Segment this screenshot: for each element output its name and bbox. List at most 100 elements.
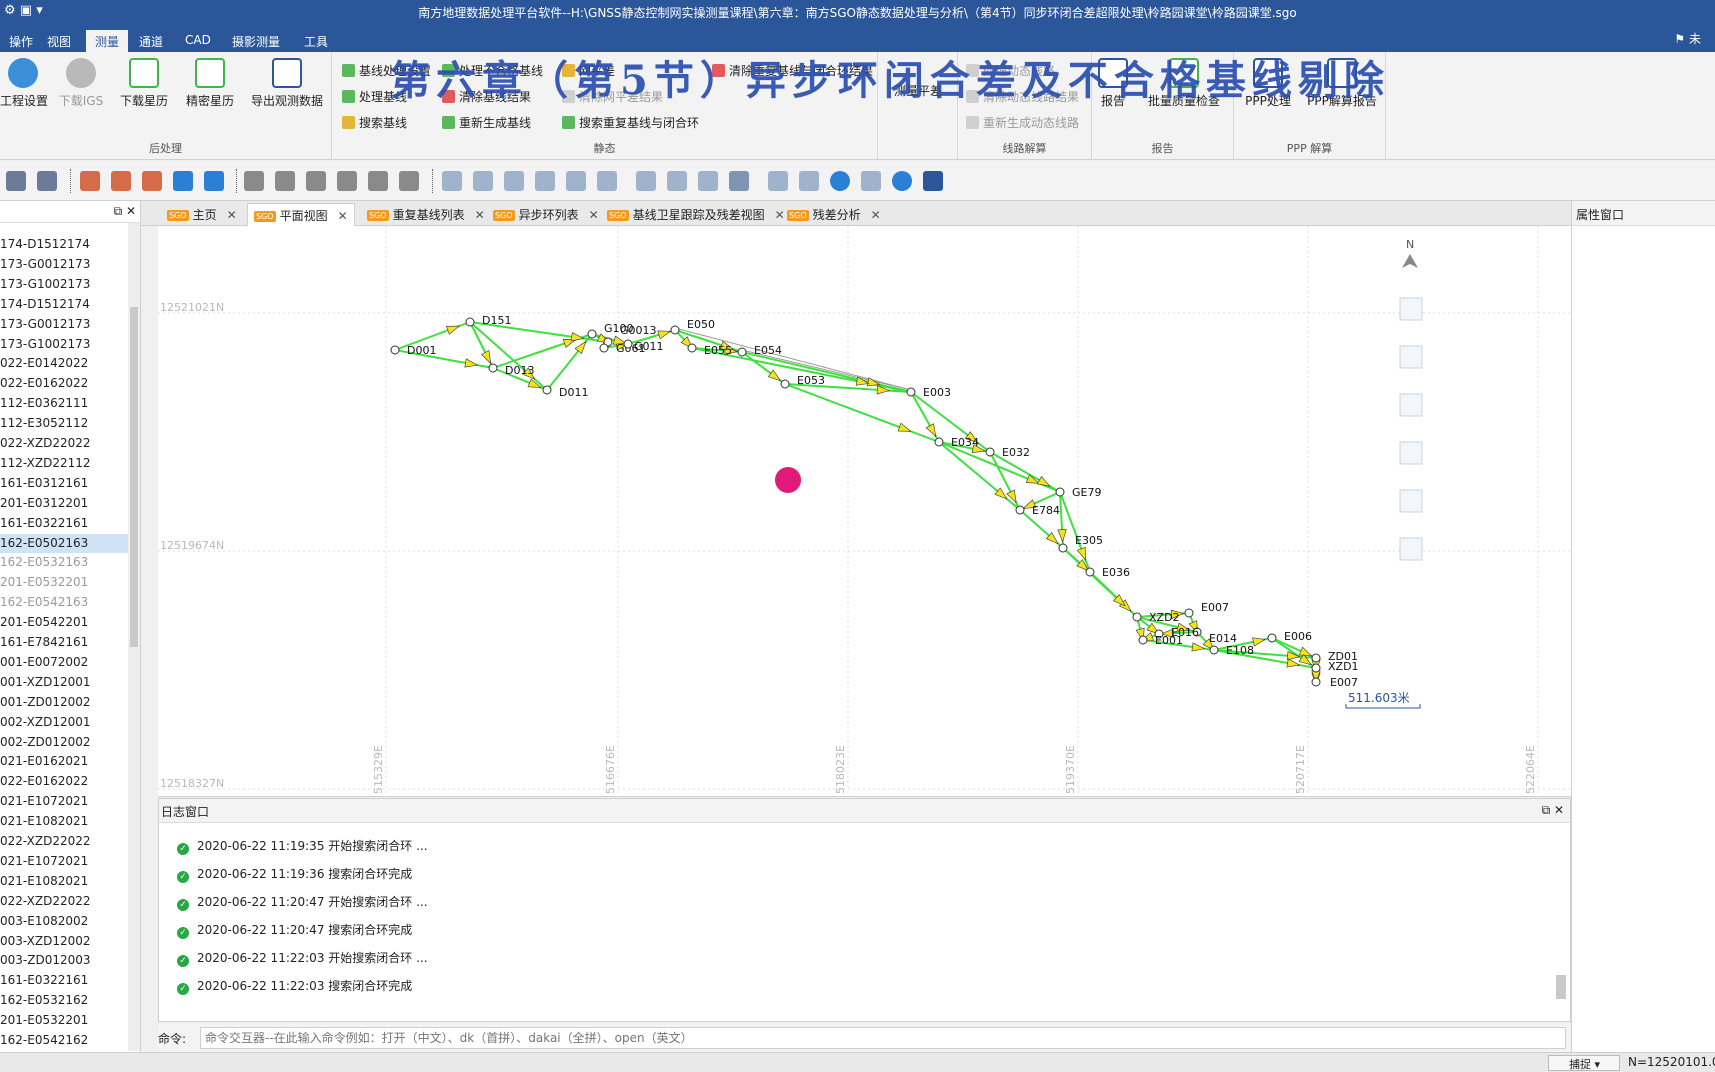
list-item[interactable]: 022-E0142022	[0, 354, 136, 373]
map-pan-hand-icon[interactable]	[1399, 297, 1423, 321]
point-tool-icon[interactable]	[80, 171, 100, 191]
survey-point-marker[interactable]	[1311, 653, 1321, 663]
cross-tool-icon[interactable]	[173, 171, 193, 191]
line-tool-icon[interactable]	[111, 171, 131, 191]
ribbon-tab-photogrammetry[interactable]: 摄影测量	[223, 30, 289, 52]
list-item[interactable]: 174-D1512174	[0, 295, 136, 314]
list-item[interactable]: 173-G0012173	[0, 315, 136, 334]
survey-point-marker[interactable]	[985, 447, 995, 457]
ribbon-tab-channel[interactable]: 通道	[130, 30, 172, 52]
list-scrollbar[interactable]	[128, 223, 140, 1051]
survey-point-marker[interactable]	[1085, 567, 1095, 577]
list-item[interactable]: 173-G1002173	[0, 275, 136, 294]
list-item[interactable]: 021-E0162021	[0, 752, 136, 771]
edit-doc-icon[interactable]	[368, 171, 388, 191]
select-cursor-icon[interactable]	[729, 171, 749, 191]
survey-point[interactable]: E055	[687, 343, 732, 357]
info-icon[interactable]	[830, 171, 850, 191]
survey-point-marker[interactable]	[1138, 635, 1148, 645]
survey-point[interactable]: E784	[1015, 504, 1060, 517]
list-item[interactable]: 003-E1082002	[0, 912, 136, 931]
close-icon[interactable]: ✕	[475, 208, 485, 222]
tab-plan-view[interactable]: SGO 平面视图 ✕	[247, 203, 355, 226]
ribbon-tab-view[interactable]: 视图	[38, 30, 80, 52]
edit-doc-icon[interactable]	[337, 171, 357, 191]
survey-point-marker[interactable]	[906, 387, 916, 397]
log-window-controls[interactable]: ⧉ ✕	[1542, 803, 1564, 818]
list-item[interactable]: 161-E0312161	[0, 474, 136, 493]
undo-icon[interactable]	[636, 171, 656, 191]
zoom-extent-icon[interactable]	[566, 171, 586, 191]
list-item[interactable]: 021-E1072021	[0, 852, 136, 871]
close-icon[interactable]: ✕	[338, 209, 348, 223]
edit-doc-icon[interactable]	[399, 171, 419, 191]
command-input[interactable]	[200, 1027, 1566, 1049]
map-measure-icon[interactable]	[1399, 489, 1423, 513]
redo-icon[interactable]	[667, 171, 687, 191]
download-ephemeris-button[interactable]: 下载星历	[116, 58, 172, 109]
edit-doc-icon[interactable]	[244, 171, 264, 191]
tab-residual-analysis[interactable]: SGO 残差分析 ✕	[781, 203, 887, 226]
list-item[interactable]: 161-E0322161	[0, 971, 136, 990]
survey-point-marker[interactable]	[623, 339, 633, 349]
survey-point-marker[interactable]	[488, 363, 498, 373]
search-baseline-button[interactable]: 搜索基线	[342, 114, 407, 132]
close-icon[interactable]: ✕	[227, 208, 237, 222]
list-item[interactable]: 201-E0542201	[0, 613, 136, 632]
edit-doc-icon[interactable]	[275, 171, 295, 191]
scrollbar-thumb[interactable]	[1556, 975, 1566, 999]
survey-point[interactable]: E108	[1209, 644, 1254, 657]
tab-repeat-baseline-list[interactable]: SGO 重复基线列表 ✕	[361, 203, 491, 226]
survey-point-marker[interactable]	[1311, 677, 1321, 687]
list-item[interactable]: 001-XZD12001	[0, 673, 136, 692]
list-item[interactable]: 162-E0532162	[0, 991, 136, 1010]
document-icon[interactable]	[37, 171, 57, 191]
log-scrollbar[interactable]	[1554, 825, 1568, 1017]
map-grid-toggle-icon[interactable]	[1399, 537, 1423, 561]
ribbon-tab-operate[interactable]: 操作	[0, 30, 42, 52]
ribbon-tab-cad[interactable]: CAD	[176, 30, 220, 52]
survey-point-marker[interactable]	[587, 329, 597, 339]
survey-point-marker[interactable]	[1015, 505, 1025, 515]
survey-point[interactable]: E036	[1085, 566, 1130, 579]
list-item[interactable]: 173-G1002173	[0, 335, 136, 354]
survey-point-marker[interactable]	[1058, 543, 1068, 553]
ribbon-tab-survey[interactable]: 测量	[86, 30, 129, 52]
list-item[interactable]: 161-E0322161	[0, 514, 136, 533]
survey-point[interactable]: E007	[1311, 676, 1358, 689]
survey-point-marker[interactable]	[670, 325, 680, 335]
survey-point-marker[interactable]	[1184, 608, 1194, 618]
list-item[interactable]: 022-E0162022	[0, 374, 136, 393]
survey-point[interactable]: D013	[488, 363, 534, 377]
list-item[interactable]: 002-XZD12001	[0, 713, 136, 732]
precise-ephemeris-button[interactable]: 精密星历	[182, 58, 238, 109]
list-item[interactable]: 003-XZD12002	[0, 932, 136, 951]
panel-controls[interactable]: ⧉ ✕	[114, 204, 136, 219]
map-zoom-rect-icon[interactable]	[1399, 441, 1423, 465]
survey-point-marker[interactable]	[1311, 663, 1321, 673]
map-zoom-window-icon[interactable]	[1399, 345, 1423, 369]
survey-point[interactable]: D151	[465, 314, 511, 327]
download-igs-button[interactable]: 下载IGS	[54, 58, 108, 109]
list-item[interactable]: 001-ZD012002	[0, 693, 136, 712]
scrollbar-thumb[interactable]	[130, 307, 138, 647]
survey-point-marker[interactable]	[465, 317, 475, 327]
list-item[interactable]: 002-ZD012002	[0, 733, 136, 752]
edit-doc-icon[interactable]	[306, 171, 326, 191]
survey-point[interactable]: E014	[1192, 627, 1237, 645]
list-item[interactable]: 162-E0532163	[0, 553, 136, 572]
calendar-icon[interactable]	[861, 171, 881, 191]
regenerate-baseline-button[interactable]: 重新生成基线	[442, 114, 531, 132]
list-item[interactable]: 174-D1512174	[0, 235, 136, 254]
survey-point[interactable]: E007	[1184, 601, 1229, 618]
list-item[interactable]: 022-XZD22022	[0, 892, 136, 911]
snap-dropdown[interactable]: 捕捉 ▾	[1548, 1055, 1620, 1071]
list-item[interactable]: 162-E0542163	[0, 593, 136, 612]
survey-point-marker[interactable]	[1055, 487, 1065, 497]
list-item[interactable]: 022-XZD22022	[0, 832, 136, 851]
north-arrow-icon[interactable]: N	[1402, 238, 1418, 268]
list-item[interactable]: 201-E0532201	[0, 573, 136, 592]
survey-point-marker[interactable]	[780, 379, 790, 389]
list-item[interactable]: 201-E0312201	[0, 494, 136, 513]
list-item[interactable]: 001-E0072002	[0, 653, 136, 672]
